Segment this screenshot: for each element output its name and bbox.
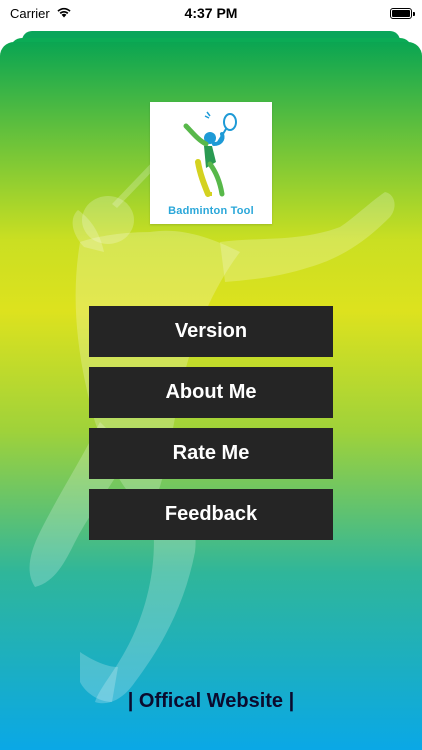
battery-icon [390,7,415,19]
rate-me-button[interactable]: Rate Me [89,428,333,479]
carrier-label: Carrier [10,5,50,21]
feedback-button[interactable]: Feedback [89,489,333,540]
logo-text: Badminton Tool [168,205,254,217]
official-website-link[interactable]: | Offical Website | [0,690,422,713]
main-sheet: Badminton Tool Version About Me Rate Me … [0,42,422,750]
version-button[interactable]: Version [89,306,333,357]
status-left: Carrier [10,6,72,21]
status-bar: Carrier 4:37 PM [0,0,422,26]
status-time: 4:37 PM [184,5,238,21]
app-logo: Badminton Tool [150,102,272,224]
about-me-button[interactable]: About Me [89,367,333,418]
wifi-icon [56,6,72,21]
